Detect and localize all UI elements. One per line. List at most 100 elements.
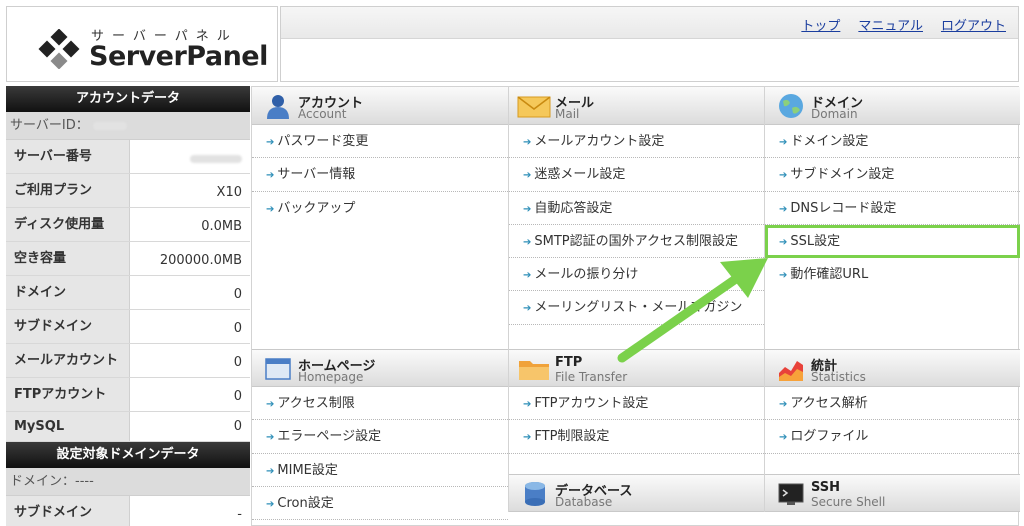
menu-item-access-restriction[interactable]: ➔ アクセス制限 bbox=[252, 387, 508, 421]
stats-panel-subtitle: Statistics bbox=[811, 370, 866, 384]
ssh-panel-title: SSH bbox=[811, 480, 841, 495]
terminal-icon bbox=[778, 483, 804, 505]
menu-item-domain-settings[interactable]: ➔ ドメイン設定 bbox=[765, 125, 1020, 159]
column-1: アカウント Account ➔ パスワード変更 ➔ サーバー情報 ➔ バックアップ ホ… bbox=[252, 87, 508, 521]
ftp-menu: ➔ FTPアカウント設定 ➔ FTP制限設定 bbox=[509, 387, 764, 474]
sidebar-row-label: ディスク使用量 bbox=[6, 208, 130, 241]
mail-panel-subtitle: Mail bbox=[555, 107, 580, 121]
menu-item-label: エラーページ設定 bbox=[277, 429, 382, 445]
control-panel-grid: アカウント Account ➔ パスワード変更 ➔ サーバー情報 ➔ バックアップ ホ… bbox=[251, 86, 1020, 526]
window-icon bbox=[265, 358, 291, 380]
ftp-panel-subtitle: File Transfer bbox=[555, 370, 628, 384]
arrow-icon: ➔ bbox=[523, 170, 532, 182]
arrow-icon: ➔ bbox=[266, 465, 275, 477]
mail-panel-header: メール Mail bbox=[509, 87, 764, 125]
menu-item-label: バックアップ bbox=[277, 200, 356, 216]
ssh-panel-subtitle: Secure Shell bbox=[811, 495, 886, 509]
arrow-icon: ➔ bbox=[779, 170, 788, 182]
sidebar-row: ドメイン 0 bbox=[6, 276, 250, 310]
menu-item-backup[interactable]: ➔ バックアップ bbox=[252, 192, 508, 225]
menu-item-mailing-list[interactable]: ➔ メーリングリスト・メールマガジン bbox=[509, 291, 764, 325]
account-sidebar: アカウントデータ サーバーID： サーバー番号 ご利用プラン X10 ディスク使… bbox=[6, 86, 250, 526]
top-link[interactable]: トップ bbox=[801, 15, 840, 34]
menu-item-ftp-account[interactable]: ➔ FTPアカウント設定 bbox=[509, 387, 764, 421]
server-number-redacted bbox=[190, 154, 242, 163]
menu-item-label: 自動応答設定 bbox=[534, 200, 613, 216]
menu-item-label: メールアカウント設定 bbox=[534, 134, 665, 149]
manual-link[interactable]: マニュアル bbox=[858, 15, 923, 34]
domain-panel-header: ドメイン Domain bbox=[765, 87, 1020, 125]
menu-item-test-url[interactable]: ➔ 動作確認URL bbox=[765, 258, 1020, 291]
menu-item-label: メーリングリスト・メールマガジン bbox=[534, 300, 743, 316]
sidebar-row-label: FTPアカウント bbox=[6, 378, 130, 411]
sidebar-row-label: 空き容量 bbox=[6, 242, 130, 275]
database-icon bbox=[525, 482, 545, 506]
server-id-label: サーバーID： bbox=[10, 118, 89, 133]
menu-item-label: サーバー情報 bbox=[277, 167, 356, 183]
menu-item-label: FTPアカウント設定 bbox=[534, 396, 649, 411]
account-menu: ➔ パスワード変更 ➔ サーバー情報 ➔ バックアップ bbox=[252, 125, 508, 349]
arrow-icon: ➔ bbox=[266, 170, 275, 182]
sidebar-row: サブドメイン - bbox=[6, 496, 250, 526]
menu-item-ftp-restriction[interactable]: ➔ FTP制限設定 bbox=[509, 420, 764, 454]
menu-item-auto-reply[interactable]: ➔ 自動応答設定 bbox=[509, 192, 764, 225]
account-panel-header: アカウント Account bbox=[252, 87, 508, 125]
mail-menu: ➔ メールアカウント設定 ➔ 迷惑メール設定 ➔ 自動応答設定 ➔ SMTP認証の国外ア… bbox=[509, 125, 764, 349]
arrow-icon: ➔ bbox=[523, 303, 532, 315]
folder-icon bbox=[519, 361, 549, 380]
ssh-panel-header: SSH Secure Shell bbox=[765, 474, 1020, 512]
menu-item-label: アクセス制限 bbox=[277, 396, 355, 411]
sidebar-row-label: サブドメイン bbox=[6, 496, 130, 526]
menu-item-error-page[interactable]: ➔ エラーページ設定 bbox=[252, 420, 508, 454]
menu-item-dns-record[interactable]: ➔ DNSレコード設定 bbox=[765, 192, 1020, 225]
sidebar-row-value: 0 bbox=[130, 412, 250, 441]
menu-item-label: アクセス解析 bbox=[790, 396, 868, 411]
ftp-panel-title: FTP bbox=[555, 355, 583, 370]
envelope-icon bbox=[517, 96, 551, 118]
menu-item-ssl-settings[interactable]: ➔ SSL設定 bbox=[765, 224, 1020, 259]
arrow-icon: ➔ bbox=[523, 137, 532, 148]
menu-item-mail-filter[interactable]: ➔ メールの振り分け bbox=[509, 258, 764, 292]
menu-item-label: 迷惑メール設定 bbox=[534, 167, 626, 183]
menu-item-label: ドメイン設定 bbox=[790, 134, 869, 149]
menu-item-mail-account[interactable]: ➔ メールアカウント設定 bbox=[509, 125, 764, 159]
sidebar-row: MySQL 0 bbox=[6, 412, 250, 442]
menu-item-spam[interactable]: ➔ 迷惑メール設定 bbox=[509, 158, 764, 192]
logout-link[interactable]: ログアウト bbox=[941, 15, 1006, 34]
arrow-icon: ➔ bbox=[779, 137, 788, 148]
homepage-panel-header: ホームページ Homepage bbox=[252, 349, 508, 387]
arrow-icon: ➔ bbox=[779, 203, 788, 215]
menu-item-smtp-restriction[interactable]: ➔ SMTP認証の国外アクセス制限設定 bbox=[509, 225, 764, 259]
server-id-row: サーバーID： bbox=[6, 112, 250, 140]
logo[interactable]: サーバーパネル ServerPanel bbox=[6, 6, 278, 82]
menu-item-label: MIME設定 bbox=[277, 462, 338, 478]
arrow-icon: ➔ bbox=[523, 236, 532, 248]
menu-item-server-info[interactable]: ➔ サーバー情報 bbox=[252, 158, 508, 192]
sidebar-row-value: 200000.0MB bbox=[130, 242, 250, 275]
domain-data-heading: 設定対象ドメインデータ bbox=[6, 442, 250, 468]
arrow-icon: ➔ bbox=[266, 137, 275, 148]
menu-item-label: メールの振り分け bbox=[534, 267, 639, 283]
menu-item-label: 動作確認URL bbox=[790, 267, 869, 283]
sidebar-row-label: サブドメイン bbox=[6, 310, 130, 343]
account-data-heading: アカウントデータ bbox=[6, 86, 250, 112]
domain-row: ドメイン：---- bbox=[6, 468, 250, 496]
globe-icon bbox=[779, 94, 803, 118]
menu-item-cron[interactable]: ➔ Cron設定 bbox=[252, 487, 508, 521]
ftp-panel-header: FTP File Transfer bbox=[509, 349, 764, 387]
sidebar-row-value: 0 bbox=[130, 344, 250, 377]
menu-item-label: DNSレコード設定 bbox=[790, 200, 897, 216]
menu-item-access-analysis[interactable]: ➔ アクセス解析 bbox=[765, 387, 1020, 421]
sidebar-row-label: ご利用プラン bbox=[6, 174, 130, 207]
arrow-icon: ➔ bbox=[523, 432, 532, 444]
menu-item-subdomain-settings[interactable]: ➔ サブドメイン設定 bbox=[765, 158, 1020, 192]
arrow-icon: ➔ bbox=[779, 270, 788, 282]
menu-item-log-file[interactable]: ➔ ログファイル bbox=[765, 420, 1020, 454]
sidebar-row-value: X10 bbox=[130, 174, 250, 207]
server-number-value bbox=[130, 140, 250, 173]
menu-item-mime[interactable]: ➔ MIME設定 bbox=[252, 454, 508, 487]
sidebar-row-value: 0 bbox=[130, 276, 250, 309]
domain-menu: ➔ ドメイン設定 ➔ サブドメイン設定 ➔ DNSレコード設定 ➔ SSL設定 ➔ 動作確… bbox=[765, 125, 1020, 349]
menu-item-password-change[interactable]: ➔ パスワード変更 bbox=[252, 125, 508, 159]
sidebar-row-value: 0 bbox=[130, 378, 250, 411]
